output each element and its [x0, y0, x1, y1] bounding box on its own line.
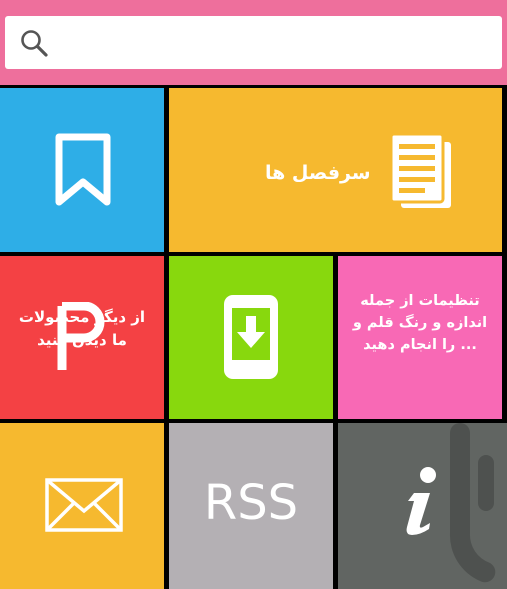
rss-label: RSS	[203, 475, 299, 531]
envelope-icon	[45, 478, 123, 532]
chapters-tile[interactable]: سرفصل ها	[169, 88, 502, 252]
search-icon	[21, 30, 48, 57]
search-bar[interactable]	[5, 16, 502, 69]
settings-tile[interactable]: تنظیمات از جمله اندازه و رنگ قلم و ... ر…	[338, 256, 502, 419]
download-tile[interactable]	[169, 256, 333, 419]
bookmark-tile[interactable]	[0, 88, 164, 252]
settings-label: تنظیمات از جمله اندازه و رنگ قلم و ... ر…	[352, 293, 488, 353]
chapters-label: سرفصل ها	[265, 162, 371, 184]
mail-tile[interactable]	[0, 423, 164, 589]
other-products-label: از دیگر محصولات ما دیدن کنید	[18, 308, 146, 349]
info-tile[interactable]	[338, 423, 507, 589]
bookmark-icon	[55, 133, 111, 206]
info-icon	[406, 467, 436, 535]
phone-download-icon	[224, 295, 278, 379]
document-icon	[389, 132, 451, 208]
app-header	[0, 0, 507, 85]
other-products-tile[interactable]: از دیگر محصولات ما دیدن کنید	[0, 256, 164, 419]
rss-tile[interactable]: RSS	[169, 423, 333, 589]
search-input[interactable]	[57, 24, 491, 62]
